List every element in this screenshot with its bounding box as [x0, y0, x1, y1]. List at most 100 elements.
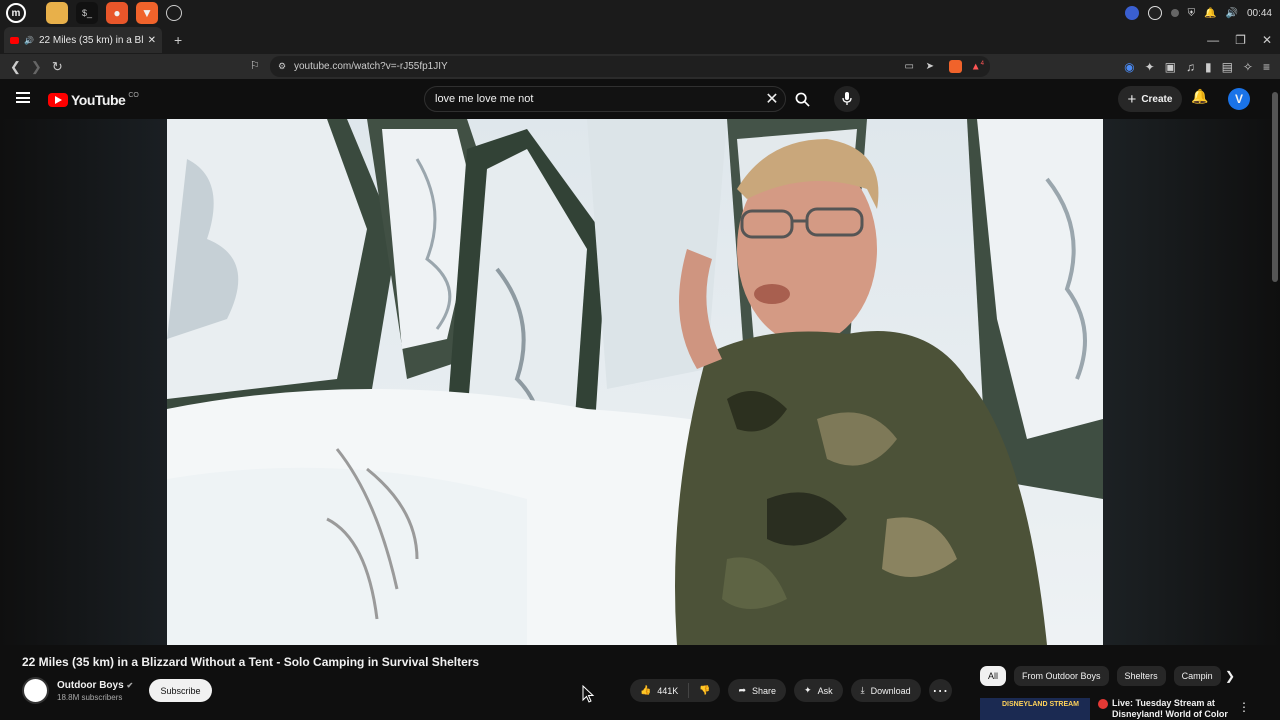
chip-shelters[interactable]: Shelters	[1116, 666, 1166, 686]
recommendation-thumbnail[interactable]: DISNEYLAND STREAM	[980, 698, 1090, 720]
video-actions: 👍 441K 👎 ➦ Share ✦ Ask ⤓ Download ⋯	[630, 679, 952, 702]
ask-button[interactable]: ✦ Ask	[794, 679, 843, 702]
shield-icon[interactable]: ⛨	[1188, 8, 1196, 19]
tab-audio-icon[interactable]: 🔊	[24, 36, 34, 45]
tab-close-icon[interactable]: ✕	[148, 35, 156, 46]
search-value: love me love me not	[435, 93, 534, 105]
create-button[interactable]: + Create	[1118, 86, 1182, 112]
youtube-play-icon	[48, 93, 68, 107]
firefox-icon[interactable]: ●	[106, 2, 128, 24]
notifications-icon[interactable]: 🔔	[1191, 88, 1208, 105]
page-scrollbar[interactable]	[1272, 92, 1278, 282]
recommendation-menu-icon[interactable]: ⋮	[1238, 700, 1250, 714]
url-text: youtube.com/watch?v=-rJ55fp1JIY	[294, 61, 448, 72]
ask-label: Ask	[817, 685, 833, 696]
youtube-favicon-icon	[10, 36, 19, 44]
live-icon	[1098, 699, 1108, 709]
share-button[interactable]: ➦ Share	[728, 679, 787, 702]
dislike-button[interactable]: 👎	[689, 685, 720, 696]
browser-menu-icon[interactable]: ≡	[1263, 60, 1270, 74]
download-button[interactable]: ⤓ Download	[850, 679, 921, 702]
minimize-icon[interactable]: —	[1207, 33, 1219, 47]
update-icon[interactable]	[1170, 9, 1179, 17]
menu-icon[interactable]	[16, 92, 30, 103]
screenshot-icon[interactable]: ▣	[1165, 60, 1176, 74]
volume-icon[interactable]: 🔊	[1226, 8, 1238, 19]
video-frame[interactable]	[167, 119, 1103, 645]
create-label: Create	[1141, 93, 1173, 105]
left-ambient	[0, 119, 167, 645]
recommendation-title-line2: Disneyland! World of Color	[1112, 709, 1228, 719]
more-actions-icon[interactable]: ⋯	[928, 679, 952, 702]
search-icon	[795, 92, 810, 107]
like-dislike-group: 👍 441K 👎	[630, 679, 721, 702]
browser-tab-bar: 🔊 22 Miles (35 km) in a Blizza ✕ +	[0, 26, 1280, 54]
channel-name[interactable]: Outdoor Boys ✔	[57, 680, 133, 691]
sidebar-icon[interactable]: ▮	[1205, 60, 1212, 74]
send-icon[interactable]: ➤	[926, 61, 934, 72]
terminal-icon[interactable]: $_	[76, 2, 98, 24]
clear-search-icon[interactable]: ✕	[759, 89, 785, 109]
thumbs-up-icon: 👍	[640, 685, 652, 695]
brave-shield-icon[interactable]	[949, 60, 962, 73]
share-label: Share	[752, 685, 777, 696]
youtube-logo[interactable]: YouTube CO	[48, 92, 139, 108]
bookmark-icon[interactable]: ⚐	[250, 59, 260, 72]
window-controls: — ❐ ✕	[1207, 26, 1272, 54]
browser-tab[interactable]: 🔊 22 Miles (35 km) in a Blizza ✕	[4, 27, 162, 53]
plus-icon: +	[1127, 90, 1137, 108]
subscribe-button[interactable]: Subscribe	[149, 679, 212, 702]
extension-icon[interactable]: ✦	[1145, 60, 1155, 74]
mouse-cursor-icon	[582, 685, 595, 703]
forward-icon[interactable]: ❯	[31, 59, 42, 75]
video-player[interactable]	[0, 119, 1280, 645]
video-scene-image	[167, 119, 1103, 645]
obs-icon[interactable]	[1147, 6, 1162, 20]
thumbs-down-icon: 👎	[699, 685, 711, 695]
recommendation-title-line1: Live: Tuesday Stream at	[1112, 698, 1215, 708]
rewards-badge: 4	[980, 60, 984, 67]
youtube-header: YouTube CO love me love me not ✕ + Creat…	[0, 79, 1280, 119]
media-icon[interactable]: ♫	[1186, 60, 1195, 74]
site-info-icon[interactable]: ⚙	[278, 61, 286, 72]
channel-name-text: Outdoor Boys	[57, 679, 124, 691]
download-icon: ⤓	[860, 685, 865, 695]
chip-camping[interactable]: Campin	[1173, 666, 1221, 686]
back-icon[interactable]: ❮	[10, 59, 21, 75]
reload-icon[interactable]: ↻	[52, 59, 63, 75]
system-clock[interactable]: 00:44	[1247, 8, 1272, 19]
avatar[interactable]: V	[1228, 88, 1250, 110]
cast-icon[interactable]: ▭	[905, 61, 914, 72]
files-icon[interactable]	[46, 2, 68, 24]
voice-search-button[interactable]	[834, 86, 860, 112]
leo-icon[interactable]: ✧	[1243, 60, 1253, 74]
search-button[interactable]	[786, 86, 818, 112]
mint-menu-icon[interactable]: m	[6, 3, 26, 23]
microphone-icon	[842, 92, 852, 105]
new-tab-button[interactable]: +	[174, 32, 182, 48]
brave-rewards-icon[interactable]: ▲4	[971, 61, 984, 72]
address-toolbar: ❮ ❯ ↻ ⚐ ⚙ youtube.com/watch?v=-rJ55fp1JI…	[0, 54, 1280, 79]
brave-icon[interactable]: ▼	[136, 2, 158, 24]
search-input[interactable]: love me love me not ✕	[424, 86, 786, 112]
chevron-right-icon[interactable]: ❯	[1225, 669, 1235, 683]
recommendation-title[interactable]: Live: Tuesday Stream at Disneyland! Worl…	[1098, 698, 1228, 720]
recommendation-item[interactable]: DISNEYLAND STREAM Live: Tuesday Stream a…	[980, 698, 1245, 720]
video-title: 22 Miles (35 km) in a Blizzard Without a…	[22, 655, 480, 669]
share-icon: ➦	[738, 685, 747, 695]
maximize-icon[interactable]: ❐	[1235, 33, 1246, 47]
translate-icon[interactable]: ◉	[1124, 60, 1134, 74]
system-tray: ⛨ 🔔 🔊 00:44	[1124, 0, 1272, 26]
url-bar[interactable]: ⚙ youtube.com/watch?v=-rJ55fp1JIY ▭ ➤ ▲4	[270, 56, 990, 77]
extensions-bar: ◉ ✦ ▣ ♫ ▮ ▤ ✧ ≡	[1124, 54, 1270, 79]
chip-from-channel[interactable]: From Outdoor Boys	[1014, 666, 1109, 686]
clock-app-icon[interactable]	[166, 5, 182, 21]
chip-all[interactable]: All	[980, 666, 1007, 686]
notification-icon[interactable]: 🔔	[1204, 8, 1216, 19]
wallet-icon[interactable]: ▤	[1222, 60, 1233, 74]
close-window-icon[interactable]: ✕	[1262, 33, 1272, 47]
vpn-icon[interactable]	[1124, 6, 1139, 20]
channel-avatar[interactable]	[22, 677, 49, 704]
like-button[interactable]: 👍 441K	[630, 683, 690, 698]
download-label: Download	[870, 685, 911, 696]
